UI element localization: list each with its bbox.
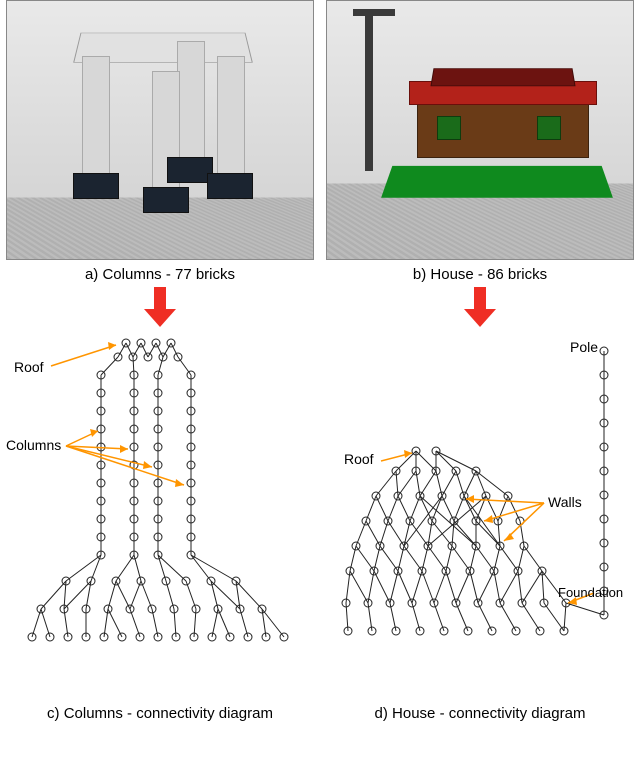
grass-plate-icon xyxy=(381,166,613,198)
caption-c: c) Columns - connectivity diagram xyxy=(6,699,314,726)
panel-b: b) House - 86 bricks xyxy=(320,0,640,331)
window-icon xyxy=(537,116,561,140)
column-icon xyxy=(217,56,245,178)
pole-top-icon xyxy=(353,9,395,16)
label-foundation: Foundation xyxy=(558,585,623,600)
pole-icon xyxy=(365,11,373,171)
arrow-down-icon xyxy=(143,287,177,331)
figure-grid: a) Columns - 77 bricks b) House - 86 bri… xyxy=(0,0,640,726)
connectivity-house: Roof Walls Pole Foundation xyxy=(326,331,634,699)
render-columns xyxy=(6,0,314,260)
label-roof: Roof xyxy=(14,359,44,375)
window-icon xyxy=(437,116,461,140)
panel-d: Roof Walls Pole Foundation d) House - co… xyxy=(320,331,640,726)
label-roof: Roof xyxy=(344,451,374,467)
label-walls: Walls xyxy=(548,494,582,510)
column-foot-icon xyxy=(73,173,119,199)
caption-a: a) Columns - 77 bricks xyxy=(6,260,314,287)
panel-a: a) Columns - 77 bricks xyxy=(0,0,320,331)
column-foot-icon xyxy=(143,187,189,213)
arrow-down-icon xyxy=(463,287,497,331)
column-foot-icon xyxy=(207,173,253,199)
graph-columns-icon xyxy=(6,331,314,699)
connectivity-columns: Roof Columns xyxy=(6,331,314,699)
column-icon xyxy=(82,56,110,178)
render-house xyxy=(326,0,634,260)
panel-c: Roof Columns c) Columns - connectivity d… xyxy=(0,331,320,726)
graph-house-icon xyxy=(326,331,634,699)
caption-b: b) House - 86 bricks xyxy=(326,260,634,287)
caption-d: d) House - connectivity diagram xyxy=(326,699,634,726)
label-pole: Pole xyxy=(570,339,598,355)
label-columns: Columns xyxy=(6,437,61,453)
column-icon xyxy=(177,41,205,163)
roof-top-icon xyxy=(430,68,575,86)
